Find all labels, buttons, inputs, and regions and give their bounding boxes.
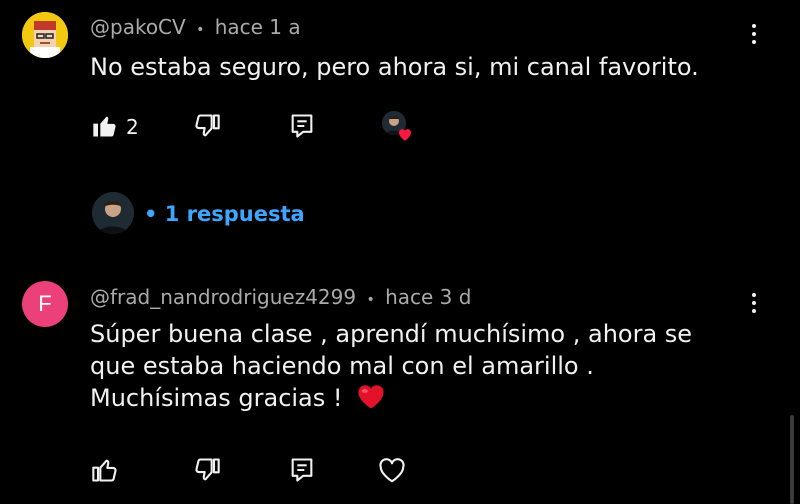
reply-button[interactable] — [287, 455, 317, 485]
comment-author-handle[interactable]: @frad_nandrodriguez4299 — [90, 285, 356, 309]
commenter-avatar[interactable] — [22, 12, 68, 58]
thumbs-down-icon — [195, 458, 220, 481]
creator-avatar-icon — [92, 192, 134, 234]
dislike-button[interactable] — [192, 455, 222, 485]
comment-options-button[interactable] — [750, 293, 758, 313]
heart-icon — [396, 125, 414, 143]
thumbs-down-icon — [195, 114, 220, 137]
heart-outline-icon — [379, 458, 405, 483]
reply-button[interactable] — [287, 111, 317, 141]
thumbs-up-filled-icon — [93, 116, 116, 137]
comment-options-button[interactable] — [750, 24, 758, 44]
comment-timestamp[interactable]: hace 3 d — [385, 285, 471, 309]
comment-text: Súper buena clase , aprendí muchísimo , … — [90, 318, 692, 418]
comment-author-handle[interactable]: @pakoCV — [90, 15, 186, 39]
comment-reply-icon — [291, 458, 313, 482]
meta-separator: • — [196, 22, 205, 38]
comment-meta: @pakoCV • hace 1 a — [90, 15, 301, 39]
comment-timestamp[interactable]: hace 1 a — [215, 15, 301, 39]
comment-reply-icon — [291, 114, 313, 138]
like-count: 2 — [126, 115, 139, 139]
avatar-letter: F — [38, 291, 52, 316]
like-button[interactable] — [90, 455, 120, 485]
comment-text-line: que estaba haciendo mal con el amarillo … — [90, 352, 594, 380]
like-button[interactable] — [90, 111, 120, 141]
thumbs-up-icon — [92, 459, 117, 482]
cartoon-avatar-icon — [22, 12, 68, 58]
comment-meta: @frad_nandrodriguez4299 • hace 3 d — [90, 285, 471, 309]
view-replies-link[interactable]: • 1 respuesta — [144, 202, 305, 226]
reply-author-avatar[interactable] — [92, 192, 134, 234]
comment-text-line: Muchísimas gracias ! — [90, 384, 343, 412]
red-heart-emoji — [356, 382, 386, 418]
dislike-button[interactable] — [192, 111, 222, 141]
scrollbar[interactable] — [790, 415, 794, 504]
heart-button[interactable] — [377, 455, 407, 485]
meta-separator: • — [366, 292, 375, 308]
comment-text: No estaba seguro, pero ahora si, mi cana… — [90, 53, 699, 81]
commenter-avatar[interactable]: F — [22, 281, 68, 327]
comment-text-line: Súper buena clase , aprendí muchísimo , … — [90, 320, 693, 348]
